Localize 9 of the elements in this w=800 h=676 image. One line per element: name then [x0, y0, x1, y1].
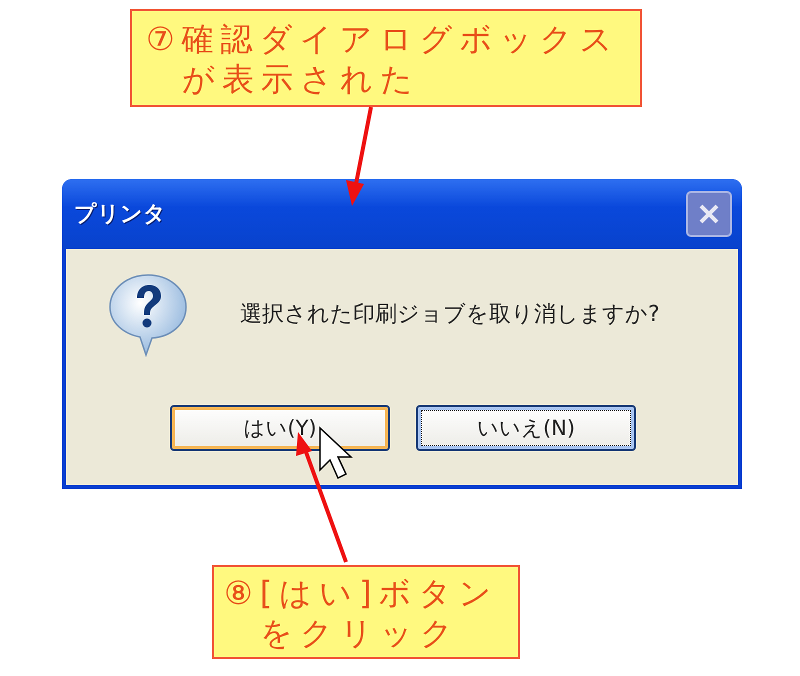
callout-text: をクリック	[260, 613, 460, 653]
callout-text: ⑦確認ダイアログボックス	[146, 19, 620, 59]
callout-text: が表示された	[182, 59, 420, 99]
window-title: プリンタ	[74, 201, 166, 229]
no-button[interactable]: いいえ(N)	[416, 405, 636, 451]
cursor-icon	[319, 426, 353, 480]
yes-button[interactable]: はい(Y)	[170, 405, 390, 451]
callout-text: ⑧[はい]ボタン	[224, 573, 499, 613]
dialog-message: 選択された印刷ジョブを取り消しますか?	[240, 301, 660, 329]
